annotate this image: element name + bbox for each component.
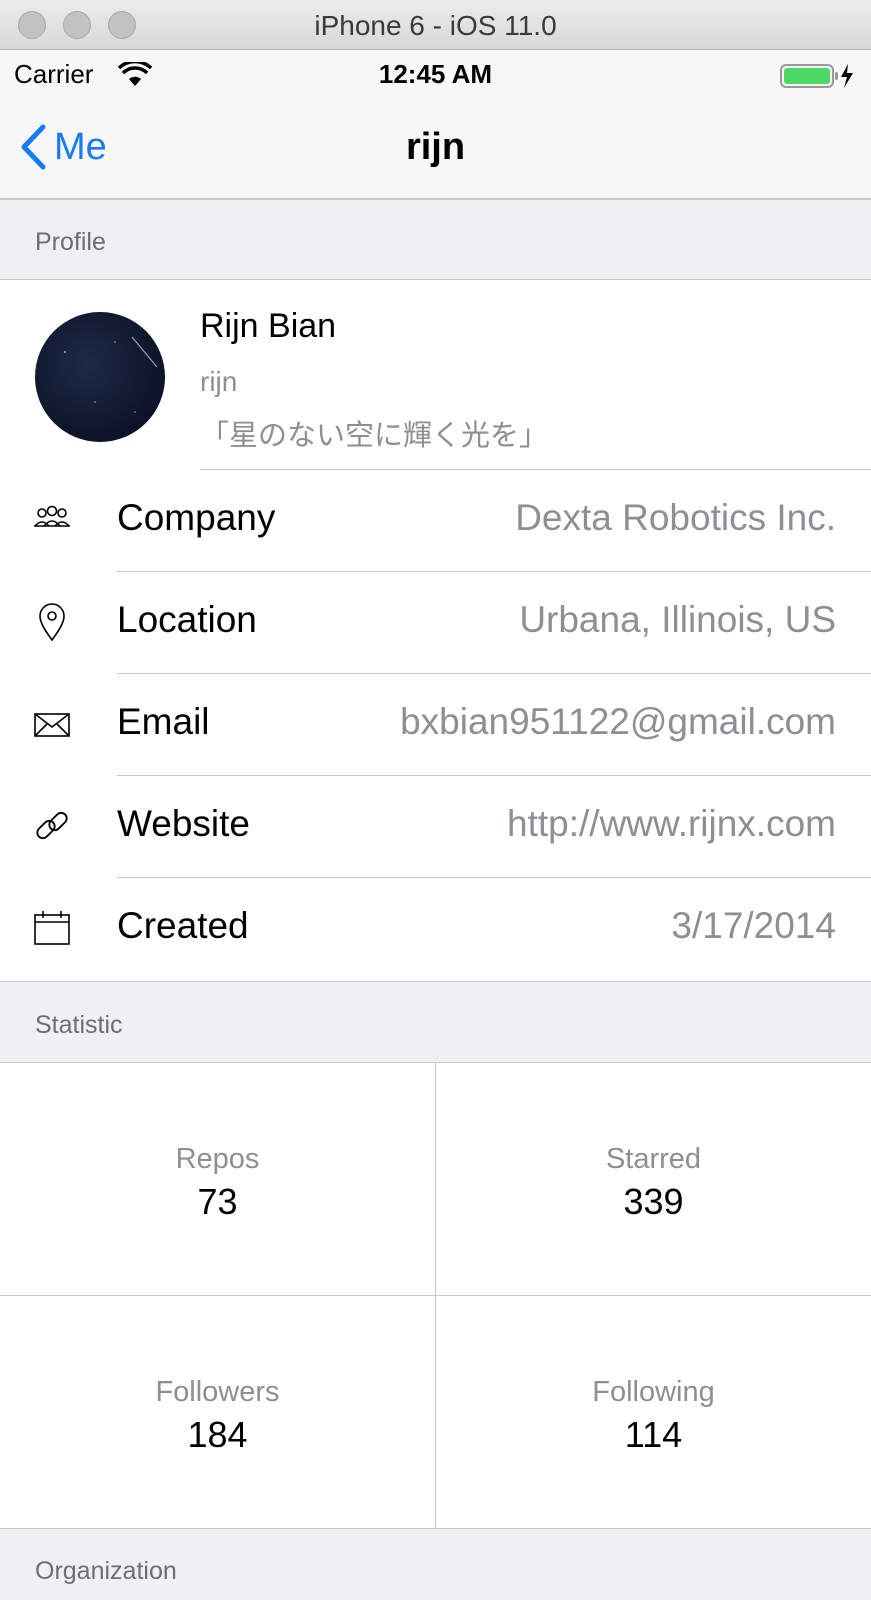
- info-row-created[interactable]: Created 3/17/2014: [0, 878, 871, 978]
- stat-value: 73: [197, 1181, 238, 1222]
- info-value: 3/17/2014: [671, 905, 836, 946]
- avatar-image: [64, 336, 158, 413]
- stat-value: 114: [624, 1414, 683, 1455]
- info-row-location[interactable]: Location Urbana, Illinois, US: [0, 572, 871, 672]
- info-label: Created: [117, 905, 249, 946]
- info-row-website[interactable]: Website http://www.rijnx.com: [0, 776, 871, 876]
- info-label: Company: [117, 497, 276, 538]
- section-header-label: Statistic: [35, 1011, 123, 1039]
- section-header-profile: Profile: [0, 200, 871, 280]
- stat-following[interactable]: Following 114: [436, 1296, 871, 1528]
- stat-repos[interactable]: Repos 73: [0, 1063, 435, 1295]
- info-value: Dexta Robotics Inc.: [515, 497, 836, 538]
- simulator-title: iPhone 6 - iOS 11.0: [314, 10, 557, 41]
- stat-value: 339: [623, 1181, 684, 1222]
- battery-icon: [780, 64, 853, 88]
- info-label: Location: [117, 599, 257, 640]
- section-header-statistic: Statistic: [0, 981, 871, 1063]
- info-value: Urbana, Illinois, US: [519, 599, 836, 640]
- section-header-label: Profile: [35, 228, 106, 256]
- calendar-icon: [34, 911, 70, 945]
- status-time: 12:45 AM: [378, 59, 493, 89]
- page-title: rijn: [405, 126, 466, 168]
- grid-divider-horizontal: [0, 1295, 871, 1296]
- info-label: Email: [117, 701, 210, 742]
- stat-followers[interactable]: Followers 184: [0, 1296, 435, 1528]
- stat-value: 184: [187, 1414, 248, 1455]
- location-pin-icon: [39, 603, 65, 642]
- section-header-organization: Organization: [0, 1528, 871, 1600]
- people-icon: [34, 505, 70, 527]
- info-value: bxbian951122@gmail.com: [400, 701, 836, 742]
- link-icon: [36, 811, 68, 840]
- profile-name: Rijn Bian: [200, 307, 337, 345]
- stat-label: Repos: [175, 1143, 260, 1175]
- stat-starred[interactable]: Starred 339: [436, 1063, 871, 1295]
- info-label: Website: [117, 803, 250, 844]
- stat-label: Following: [592, 1376, 715, 1408]
- stat-label: Followers: [155, 1376, 280, 1408]
- simulator-titlebar: iPhone 6 - iOS 11.0: [0, 0, 871, 50]
- stat-label: Starred: [605, 1143, 702, 1175]
- section-header-label: Organization: [35, 1557, 177, 1585]
- envelope-icon: [34, 713, 70, 737]
- profile-bio: 「星のない空に輝く光を」: [200, 420, 549, 452]
- avatar: [35, 312, 165, 442]
- info-value: http://www.rijnx.com: [507, 803, 836, 844]
- status-bar: Carrier 12:45 AM: [0, 50, 871, 100]
- info-row-email[interactable]: Email bxbian951122@gmail.com: [0, 674, 871, 774]
- info-row-company[interactable]: Company Dexta Robotics Inc.: [0, 470, 871, 570]
- profile-login: rijn: [200, 366, 238, 397]
- navigation-bar: Me rijn: [0, 100, 871, 200]
